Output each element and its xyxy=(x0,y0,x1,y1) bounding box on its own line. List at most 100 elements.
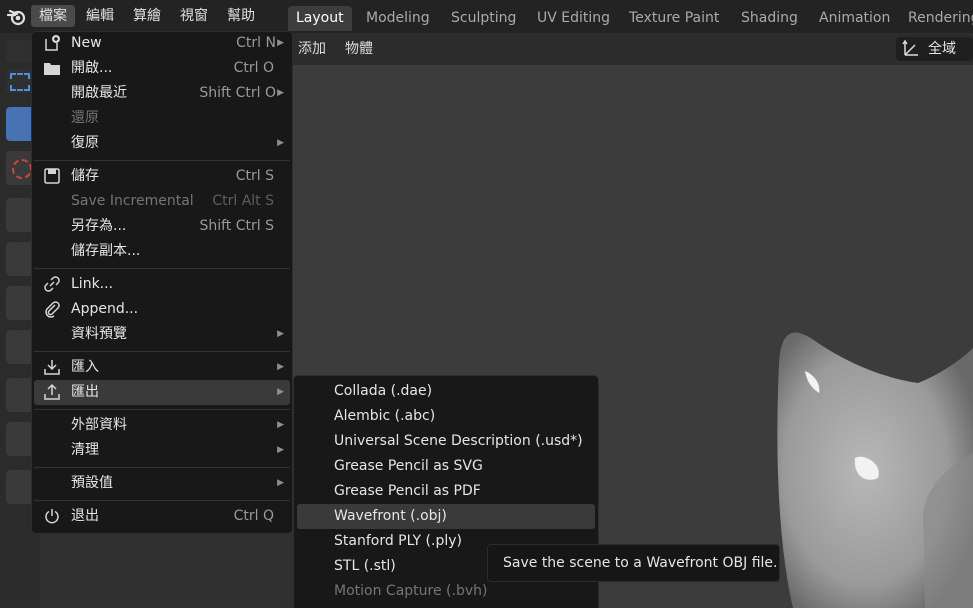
file-append[interactable]: Append... xyxy=(34,297,290,322)
file-clean-up[interactable]: 清理 ▶ xyxy=(34,438,290,463)
file-new[interactable]: New Ctrl N ▶ xyxy=(34,31,290,56)
viewport-header xyxy=(293,33,973,65)
menu-render[interactable]: 算繪 xyxy=(125,5,169,27)
file-save-incremental-shortcut: Ctrl Alt S xyxy=(212,193,274,209)
submenu-arrow-icon: ▶ xyxy=(277,329,284,339)
file-open-recent-shortcut: Shift Ctrl O xyxy=(199,85,276,101)
export-collada-label: Collada (.dae) xyxy=(334,383,433,399)
file-external-data[interactable]: 外部資料 ▶ xyxy=(34,413,290,438)
transform-orientation-dropdown[interactable]: 全域 xyxy=(896,37,973,61)
file-import[interactable]: 匯入 ▶ xyxy=(34,355,290,380)
export-icon xyxy=(42,383,62,402)
file-save-copy-label: 儲存副本... xyxy=(71,243,141,259)
import-icon xyxy=(42,358,62,377)
file-append-label: Append... xyxy=(71,301,139,317)
file-open-shortcut: Ctrl O xyxy=(233,60,274,76)
menu-separator xyxy=(34,500,290,501)
menu-separator xyxy=(34,268,290,269)
viewport-add-menu[interactable]: 添加 xyxy=(298,38,326,60)
file-clean-up-label: 清理 xyxy=(71,442,99,458)
submenu-arrow-icon: ▶ xyxy=(277,88,284,98)
tab-shading[interactable]: Shading xyxy=(733,6,806,31)
file-link[interactable]: Link... xyxy=(34,272,290,297)
tab-layout[interactable]: Layout xyxy=(288,6,352,31)
file-save-incremental-label: Save Incremental xyxy=(71,193,194,209)
submenu-arrow-icon: ▶ xyxy=(277,38,284,48)
export-alembic[interactable]: Alembic (.abc) xyxy=(297,404,595,429)
menu-separator xyxy=(34,160,290,161)
file-save-as-label: 另存為... xyxy=(71,218,127,234)
file-save-copy[interactable]: 儲存副本... xyxy=(34,239,290,264)
menu-window[interactable]: 視窗 xyxy=(172,5,216,27)
file-save-as[interactable]: 另存為... Shift Ctrl S xyxy=(34,214,290,239)
file-save-incremental: Save Incremental Ctrl Alt S xyxy=(34,189,290,214)
append-icon xyxy=(42,300,62,319)
viewport-object-menu[interactable]: 物體 xyxy=(345,38,373,60)
file-quit-shortcut: Ctrl Q xyxy=(233,508,274,524)
file-defaults-label: 預設值 xyxy=(71,475,113,491)
export-gp-pdf-label: Grease Pencil as PDF xyxy=(334,483,481,499)
cursor-icon xyxy=(12,159,32,179)
file-recover-label: 復原 xyxy=(71,135,99,151)
folder-icon xyxy=(42,59,62,78)
file-external-data-label: 外部資料 xyxy=(71,417,127,433)
menu-separator xyxy=(34,467,290,468)
tab-uv-editing[interactable]: UV Editing xyxy=(529,6,618,31)
menu-help[interactable]: 幫助 xyxy=(219,5,263,27)
export-usd-label: Universal Scene Description (.usd*) xyxy=(334,433,583,449)
file-quit-label: 退出 xyxy=(71,508,99,524)
select-box-icon xyxy=(10,73,30,91)
file-data-previews[interactable]: 資料預覽 ▶ xyxy=(34,322,290,347)
power-icon xyxy=(42,507,62,526)
file-new-label: New xyxy=(71,35,102,51)
file-import-label: 匯入 xyxy=(71,359,99,375)
new-file-icon xyxy=(42,34,62,53)
menu-file[interactable]: 檔案 xyxy=(31,5,75,27)
save-icon xyxy=(42,167,62,186)
submenu-arrow-icon: ▶ xyxy=(277,478,284,488)
file-open-recent-label: 開啟最近 xyxy=(71,85,127,101)
tooltip: Save the scene to a Wavefront OBJ file. xyxy=(487,544,780,582)
file-quit[interactable]: 退出 Ctrl Q xyxy=(34,504,290,529)
export-bvh: Motion Capture (.bvh) xyxy=(297,579,595,604)
tab-rendering[interactable]: Rendering xyxy=(900,6,973,31)
export-collada[interactable]: Collada (.dae) xyxy=(297,379,595,404)
export-bvh-label: Motion Capture (.bvh) xyxy=(334,583,488,599)
submenu-arrow-icon: ▶ xyxy=(277,420,284,430)
tab-modeling[interactable]: Modeling xyxy=(358,6,438,31)
submenu-arrow-icon: ▶ xyxy=(277,445,284,455)
file-defaults[interactable]: 預設值 ▶ xyxy=(34,471,290,496)
blender-logo-icon[interactable] xyxy=(6,6,28,28)
submenu-arrow-icon: ▶ xyxy=(277,138,284,148)
export-gp-pdf[interactable]: Grease Pencil as PDF xyxy=(297,479,595,504)
file-open-recent[interactable]: 開啟最近 Shift Ctrl O ▶ xyxy=(34,81,290,106)
file-save-label: 儲存 xyxy=(71,168,99,184)
file-revert-label: 還原 xyxy=(71,110,99,126)
export-usd[interactable]: Universal Scene Description (.usd*) xyxy=(297,429,595,454)
export-stl-label: STL (.stl) xyxy=(334,558,396,574)
file-recover[interactable]: 復原 ▶ xyxy=(34,131,290,156)
file-export[interactable]: 匯出 ▶ xyxy=(34,380,290,405)
file-revert: 還原 xyxy=(34,106,290,131)
tab-animation[interactable]: Animation xyxy=(811,6,898,31)
export-gp-svg[interactable]: Grease Pencil as SVG xyxy=(297,454,595,479)
menu-separator xyxy=(34,351,290,352)
file-data-previews-label: 資料預覽 xyxy=(71,326,127,342)
file-new-shortcut: Ctrl N xyxy=(236,35,276,51)
file-link-label: Link... xyxy=(71,276,114,292)
file-save-shortcut: Ctrl S xyxy=(235,168,274,184)
file-export-label: 匯出 xyxy=(71,384,99,400)
tab-texture-paint[interactable]: Texture Paint xyxy=(621,6,727,31)
file-save[interactable]: 儲存 Ctrl S xyxy=(34,164,290,189)
export-alembic-label: Alembic (.abc) xyxy=(334,408,436,424)
export-obj[interactable]: Wavefront (.obj) xyxy=(297,504,595,529)
export-ply-label: Stanford PLY (.ply) xyxy=(334,533,462,549)
submenu-arrow-icon: ▶ xyxy=(277,387,284,397)
tab-sculpting[interactable]: Sculpting xyxy=(443,6,524,31)
file-open[interactable]: 開啟... Ctrl O xyxy=(34,56,290,81)
menu-edit[interactable]: 編輯 xyxy=(78,5,122,27)
file-save-as-shortcut: Shift Ctrl S xyxy=(199,218,274,234)
orientation-axes-icon xyxy=(902,39,920,57)
export-obj-label: Wavefront (.obj) xyxy=(334,508,447,524)
file-open-label: 開啟... xyxy=(71,60,113,76)
